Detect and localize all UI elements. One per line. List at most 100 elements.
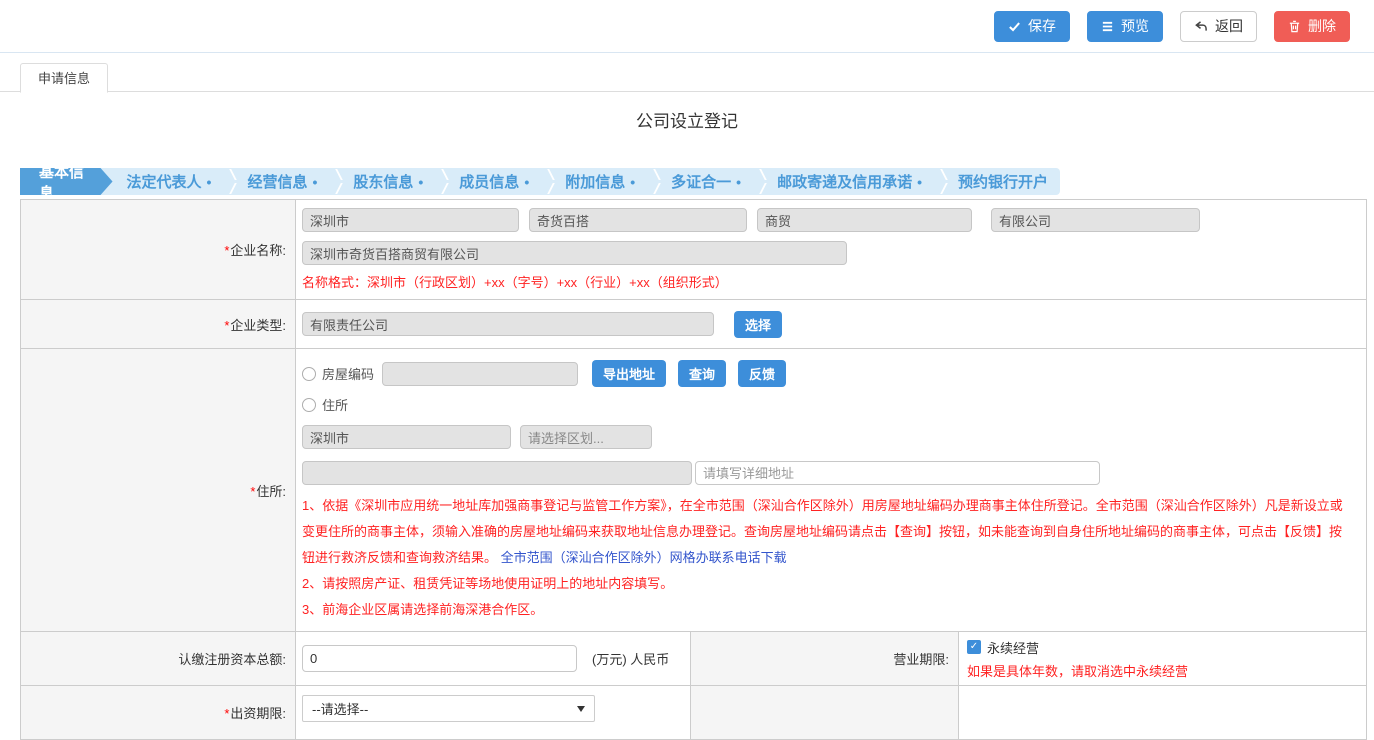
address-notes: 1、依据《深圳市应用统一地址库加强商事登记与监管工作方案》，在全市范围（深汕合作… xyxy=(302,493,1354,623)
step-additional-info[interactable]: 附加信息 • xyxy=(553,168,647,195)
company-name-region-input xyxy=(302,208,519,232)
step-bullet: • xyxy=(917,174,922,190)
step-member-info[interactable]: 成员信息 • xyxy=(447,168,541,195)
perpetual-operation-label: 永续经营 xyxy=(987,638,1039,657)
address-city-input xyxy=(302,425,511,449)
preview-button-label: 预览 xyxy=(1121,19,1149,33)
address-district-select: 请选择区划... xyxy=(520,425,652,449)
step-label: 多证合一 xyxy=(671,171,731,192)
company-name-content-cell: 名称格式：深圳市（行政区划）+xx（字号）+xx（行业）+xx（组织形式） xyxy=(296,200,1367,300)
chevron-separator-icon xyxy=(223,168,235,195)
step-label: 股东信息 xyxy=(353,171,413,192)
step-label: 成员信息 xyxy=(459,171,519,192)
contribution-term-label-cell: *出资期限: xyxy=(21,686,296,740)
business-term-content-cell: 永续经营 如果是具体年数，请取消选中永续经营 xyxy=(959,632,1367,686)
query-button[interactable]: 查询 xyxy=(678,360,726,387)
contribution-term-select-value: --请选择-- xyxy=(312,699,368,718)
capital-content-cell: (万元) 人民币 xyxy=(296,632,691,686)
house-code-radio[interactable] xyxy=(302,367,316,381)
chevron-separator-icon xyxy=(435,168,447,195)
chevron-separator-icon xyxy=(541,168,553,195)
check-icon xyxy=(1008,20,1021,33)
step-label: 附加信息 xyxy=(565,171,625,192)
capital-unit: (万元) 人民币 xyxy=(592,649,669,668)
capital-label: 认缴注册资本总额: xyxy=(178,652,286,667)
step-business-info[interactable]: 经营信息 • xyxy=(235,168,329,195)
business-term-label-cell: 营业期限: xyxy=(691,632,959,686)
step-shareholder-info[interactable]: 股东信息 • xyxy=(341,168,435,195)
preview-button[interactable]: 预览 xyxy=(1087,11,1163,42)
top-toolbar: 保存 预览 返回 删除 xyxy=(0,0,1374,53)
delete-button-label: 删除 xyxy=(1308,19,1336,33)
company-type-select-button[interactable]: 选择 xyxy=(734,311,782,338)
company-type-input xyxy=(302,312,714,336)
step-multi-certificate[interactable]: 多证合一 • xyxy=(659,168,753,195)
contribution-term-content-cell: --请选择-- xyxy=(296,686,691,740)
company-name-label-cell: *企业名称: xyxy=(21,200,296,300)
step-basic-info[interactable]: 基本信息 xyxy=(20,168,113,195)
contribution-term-select[interactable]: --请选择-- xyxy=(302,695,595,722)
step-bullet: • xyxy=(630,174,635,190)
step-bullet: • xyxy=(524,174,529,190)
step-postal-credit[interactable]: 邮政寄递及信用承诺 • xyxy=(765,168,934,195)
company-full-name-input xyxy=(302,241,847,265)
step-bullet: • xyxy=(418,174,423,190)
residence-radio[interactable] xyxy=(302,398,316,412)
chevron-separator-icon xyxy=(647,168,659,195)
tab-bar: 申请信息 xyxy=(0,62,1374,92)
required-mark: * xyxy=(250,484,255,499)
step-bullet: • xyxy=(312,174,317,190)
step-bank-account[interactable]: 预约银行开户 xyxy=(946,168,1060,195)
export-address-button[interactable]: 导出地址 xyxy=(592,360,666,387)
required-mark: * xyxy=(224,243,229,258)
company-name-industry-input xyxy=(757,208,972,232)
capital-label-cell: 认缴注册资本总额: xyxy=(21,632,296,686)
business-term-label: 营业期限: xyxy=(893,652,949,667)
address-note-link[interactable]: 全市范围（深汕合作区除外）网格办联系电话下载 xyxy=(501,550,787,565)
company-name-format-note: 名称格式：深圳市（行政区划）+xx（字号）+xx（行业）+xx（组织形式） xyxy=(302,272,1356,291)
dropdown-arrow-icon xyxy=(577,706,585,712)
step-nav: 基本信息 法定代表人 • 经营信息 • 股东信息 • 成员信息 • 附加信息 • 多证合一… xyxy=(20,168,1060,195)
feedback-button[interactable]: 反馈 xyxy=(738,360,786,387)
step-label: 邮政寄递及信用承诺 xyxy=(777,171,912,192)
company-name-orgform-input xyxy=(991,208,1200,232)
list-icon xyxy=(1101,20,1114,33)
empty-label-cell xyxy=(691,686,959,740)
step-bullet: • xyxy=(736,174,741,190)
chevron-separator-icon xyxy=(934,168,946,195)
step-legal-representative[interactable]: 法定代表人 • xyxy=(115,168,224,195)
back-arrow-icon xyxy=(1194,20,1208,33)
residence-radio-label: 住所 xyxy=(322,395,348,414)
delete-button[interactable]: 删除 xyxy=(1274,11,1350,42)
address-label: 住所: xyxy=(256,484,286,499)
empty-content-cell xyxy=(959,686,1367,740)
company-type-label: 企业类型: xyxy=(230,318,286,333)
company-name-label: 企业名称: xyxy=(230,243,286,258)
perpetual-operation-checkbox[interactable] xyxy=(967,640,981,654)
step-label: 预约银行开户 xyxy=(958,171,1048,192)
save-button[interactable]: 保存 xyxy=(994,11,1070,42)
page-title: 公司设立登记 xyxy=(0,107,1374,129)
capital-input[interactable] xyxy=(302,645,577,672)
address-note-1: 1、依据《深圳市应用统一地址库加强商事登记与监管工作方案》，在全市范围（深汕合作… xyxy=(302,498,1343,565)
house-code-input xyxy=(382,362,578,386)
required-mark: * xyxy=(224,706,229,721)
back-button-label: 返回 xyxy=(1215,19,1243,33)
tab-application-info[interactable]: 申请信息 xyxy=(20,63,108,93)
chevron-separator-icon xyxy=(753,168,765,195)
contribution-term-label: 出资期限: xyxy=(230,706,286,721)
step-bullet: • xyxy=(207,174,212,190)
save-button-label: 保存 xyxy=(1028,19,1056,33)
company-type-label-cell: *企业类型: xyxy=(21,300,296,349)
chevron-separator-icon xyxy=(329,168,341,195)
step-label: 经营信息 xyxy=(247,171,307,192)
back-button[interactable]: 返回 xyxy=(1180,11,1257,42)
basic-info-form: *企业名称: 名称格式：深圳市（行政区划）+xx（字号）+xx（行业）+xx（组… xyxy=(20,199,1367,740)
step-label: 法定代表人 xyxy=(127,171,202,192)
required-mark: * xyxy=(224,318,229,333)
address-detail-input[interactable] xyxy=(695,461,1100,485)
address-street-input xyxy=(302,461,692,485)
company-type-content-cell: 选择 xyxy=(296,300,1367,349)
company-name-brand-input xyxy=(529,208,747,232)
house-code-radio-label: 房屋编码 xyxy=(322,364,374,383)
